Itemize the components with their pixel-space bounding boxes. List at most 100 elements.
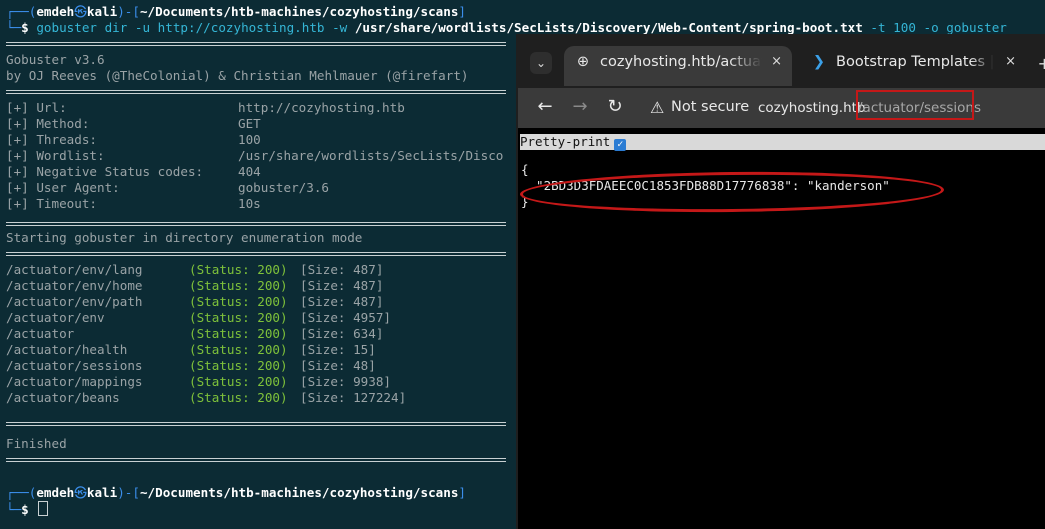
prompt-user: emdeh xyxy=(36,4,75,19)
config-value: 10s xyxy=(238,196,261,211)
prompt-host: kali xyxy=(86,485,118,500)
forward-arrow-icon[interactable]: → xyxy=(569,96,591,118)
result-path: /actuator/mappings xyxy=(6,374,143,389)
command-flag-w: -w xyxy=(332,20,348,35)
separator xyxy=(6,42,506,46)
result-row: /actuator/mappings (Status: 200) [Size: 99… xyxy=(6,374,506,390)
result-row: /actuator/beans (Status: 200) [Size: 12722… xyxy=(6,390,506,406)
highlight-ellipse xyxy=(519,169,945,215)
browser-window[interactable]: ⌄ ⊕ cozyhosting.htb/actuator × ❯ Bootstrap… xyxy=(516,34,1045,529)
config-value: http://cozyhosting.htb xyxy=(238,100,405,115)
page-content: Pretty-print ✓ { "2BD3D3FDAEEC0C1853FDB88… xyxy=(518,128,1045,529)
warning-icon[interactable]: ⚠ xyxy=(650,98,664,117)
result-row: /actuator/health (Status: 200) [Size: 15] xyxy=(6,342,506,358)
config-row: [+] Threads: 100 xyxy=(6,132,261,148)
prompt-host: kali xyxy=(86,4,118,19)
finished-message: Finished xyxy=(6,436,67,451)
result-path: /actuator/beans xyxy=(6,390,120,405)
result-path: /actuator/health xyxy=(6,342,128,357)
config-row: [+] Method: GET xyxy=(6,116,261,132)
config-key: [+] Wordlist: xyxy=(6,148,105,163)
result-status: (Status: 200) xyxy=(189,342,288,357)
prompt-line: ┌──(emdeh㉿kali)-[~/Documents/htb-machine… xyxy=(6,485,466,500)
chevron-down-icon[interactable]: ⌄ xyxy=(530,52,552,74)
result-status: (Status: 200) xyxy=(189,374,288,389)
config-value: /usr/share/wordlists/SecLists/Disco xyxy=(238,148,504,163)
prompt-symbol: ㉿ xyxy=(74,4,87,19)
json-open-brace: { xyxy=(521,162,529,177)
config-value: GET xyxy=(238,116,261,131)
result-size: [Size: 48] xyxy=(300,358,376,373)
result-size: [Size: 4957] xyxy=(300,310,391,325)
back-arrow-icon[interactable]: ← xyxy=(534,96,556,118)
address-bar[interactable]: ⚠ Not secure cozyhosting.htb /actuator/s… xyxy=(640,90,1045,124)
config-key: [+] Negative Status codes: xyxy=(6,164,204,179)
globe-icon: ⊕ xyxy=(576,54,590,70)
prompt-user: emdeh xyxy=(36,485,75,500)
result-row: /actuator/env (Status: 200) [Size: 4957] xyxy=(6,310,506,326)
prompt-dir: ~/Documents/htb-machines/cozyhosting/sca… xyxy=(139,4,459,19)
config-value: 404 xyxy=(238,164,261,179)
result-path: /actuator/sessions xyxy=(6,358,143,373)
config-key: [+] Timeout: xyxy=(6,196,97,211)
reload-icon[interactable]: ↻ xyxy=(604,96,626,118)
tab-title: Bootstrap Templates | Pr xyxy=(836,54,994,70)
bootstrap-logo-icon: ❯ xyxy=(812,54,826,70)
config-row: [+] Url: http://cozyhosting.htb xyxy=(6,100,405,116)
separator xyxy=(6,222,506,226)
terminal-cursor[interactable] xyxy=(38,501,49,516)
new-tab-button[interactable]: + xyxy=(1038,54,1045,73)
starting-message: Starting gobuster in directory enumerati… xyxy=(6,230,363,245)
close-icon[interactable]: × xyxy=(1005,46,1016,78)
result-path: /actuator/env/lang xyxy=(6,262,143,277)
config-key: [+] Threads: xyxy=(6,132,97,147)
result-status: (Status: 200) xyxy=(189,358,288,373)
result-path: /actuator xyxy=(6,326,75,341)
config-row: [+] User Agent: gobuster/3.6 xyxy=(6,180,329,196)
url-highlight-box xyxy=(856,90,974,120)
result-row: /actuator/env/home (Status: 200) [Size: 48… xyxy=(6,278,506,294)
result-path: /actuator/env xyxy=(6,310,105,325)
separator xyxy=(6,422,506,426)
security-label[interactable]: Not secure xyxy=(671,99,749,115)
result-size: [Size: 487] xyxy=(300,278,384,293)
config-key: [+] User Agent: xyxy=(6,180,120,195)
result-status: (Status: 200) xyxy=(189,326,288,341)
config-row: [+] Timeout: 10s xyxy=(6,196,261,212)
banner-authors: by OJ Reeves (@TheColonial) & Christian … xyxy=(6,68,469,83)
pretty-print-checkbox[interactable]: ✓ xyxy=(614,139,627,151)
pretty-print-label: Pretty-print xyxy=(520,134,611,149)
prompt-symbol: ㉿ xyxy=(74,485,87,500)
input-line[interactable]: └─$ xyxy=(6,501,49,518)
prompt-line: ┌──(emdeh㉿kali)-[~/Documents/htb-machine… xyxy=(6,4,466,19)
separator xyxy=(6,252,506,256)
result-path: /actuator/env/path xyxy=(6,294,143,309)
config-value: 100 xyxy=(238,132,261,147)
tab-title: cozyhosting.htb/actuator xyxy=(600,54,762,70)
prompt-dir: ~/Documents/htb-machines/cozyhosting/sca… xyxy=(139,485,459,500)
result-row: /actuator/sessions (Status: 200) [Size: 48… xyxy=(6,358,506,374)
config-key: [+] Url: xyxy=(6,100,67,115)
result-size: [Size: 15] xyxy=(300,342,376,357)
result-status: (Status: 200) xyxy=(189,278,288,293)
result-status: (Status: 200) xyxy=(189,390,288,405)
config-row: [+] Negative Status codes: 404 xyxy=(6,164,261,180)
url-host: cozyhosting.htb xyxy=(758,100,866,116)
result-path: /actuator/env/home xyxy=(6,278,143,293)
result-status: (Status: 200) xyxy=(189,294,288,309)
tab-bootstrap-templates[interactable]: ❯ Bootstrap Templates | Pr × xyxy=(800,46,1026,86)
result-row: /actuator/env/lang (Status: 200) [Size: 48… xyxy=(6,262,506,278)
tab-actuator-sessions[interactable]: ⊕ cozyhosting.htb/actuator × xyxy=(564,46,792,86)
result-size: [Size: 9938] xyxy=(300,374,391,389)
result-row: /actuator (Status: 200) [Size: 634] xyxy=(6,326,506,342)
banner-version: Gobuster v3.6 xyxy=(6,52,105,67)
config-value: gobuster/3.6 xyxy=(238,180,329,195)
result-status: (Status: 200) xyxy=(189,262,288,277)
tab-bar: ⌄ ⊕ cozyhosting.htb/actuator × ❯ Bootstrap… xyxy=(518,34,1045,88)
result-size: [Size: 634] xyxy=(300,326,384,341)
command-name: gobuster xyxy=(36,20,98,35)
result-size: [Size: 127224] xyxy=(300,390,407,405)
command-args: dir -u http://cozyhosting.htb xyxy=(97,20,333,35)
separator xyxy=(6,458,506,462)
close-icon[interactable]: × xyxy=(771,46,782,78)
